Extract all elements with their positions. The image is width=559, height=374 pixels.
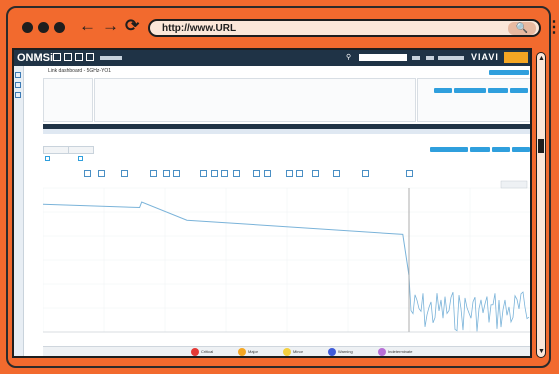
event-marker-icon[interactable]: [221, 170, 228, 177]
sidebar-button[interactable]: [15, 82, 21, 88]
user-menu[interactable]: [438, 56, 464, 60]
event-marker-icon[interactable]: [150, 170, 157, 177]
panel-button[interactable]: [434, 88, 452, 93]
event-marker-icon[interactable]: [163, 170, 170, 177]
info-panel-status: [417, 78, 530, 122]
header-menu[interactable]: [100, 56, 122, 60]
event-marker-icon[interactable]: [264, 170, 271, 177]
alarm-legend: Critical Major Minor Warning Indetermina…: [43, 346, 530, 356]
trace-action-button[interactable]: [512, 147, 530, 152]
event-marker-icon[interactable]: [211, 170, 218, 177]
window-dot[interactable]: [38, 22, 49, 33]
chart-grid: [43, 187, 530, 333]
sidebar-button[interactable]: [15, 92, 21, 98]
table-row[interactable]: [43, 129, 530, 134]
app-screen: ONMSi ⚲ VIAVI Link dashboard - 5GHz-YO1: [12, 48, 532, 358]
event-marker-icon[interactable]: [296, 170, 303, 177]
event-marker-icon[interactable]: [98, 170, 105, 177]
event-marker-icon[interactable]: [233, 170, 240, 177]
tab-events[interactable]: [68, 146, 94, 154]
otdr-noise-trace: [408, 275, 530, 332]
header-control[interactable]: [412, 56, 420, 60]
viavi-logo: VIAVI: [471, 52, 499, 62]
event-marker-icon[interactable]: [312, 170, 319, 177]
event-marker-icon[interactable]: [286, 170, 293, 177]
event-marker-icon[interactable]: [406, 170, 413, 177]
scroll-down-icon[interactable]: ▼: [538, 348, 545, 355]
scroll-thumb[interactable]: [538, 139, 544, 153]
search-icon[interactable]: 🔍: [508, 22, 536, 35]
legend-major-icon: [238, 348, 246, 356]
legend-indeterminate-label: Indeterminate: [388, 349, 413, 354]
event-marker-icon[interactable]: [121, 170, 128, 177]
reference-checkbox[interactable]: [45, 156, 50, 161]
url-text[interactable]: http://www.URL: [162, 22, 236, 35]
legend-critical-label: Critical: [201, 349, 214, 354]
event-marker-icon[interactable]: [84, 170, 91, 177]
search-icon[interactable]: ⚲: [346, 53, 351, 62]
toolbar-icon[interactable]: [64, 53, 72, 61]
header-search-input[interactable]: [359, 54, 407, 61]
app-sidebar: [14, 66, 24, 356]
info-panel-link: [94, 78, 416, 122]
toolbar-icon[interactable]: [75, 53, 83, 61]
event-marker-icon[interactable]: [253, 170, 260, 177]
trace-action-button[interactable]: [430, 147, 468, 152]
zoom-controls[interactable]: [500, 180, 528, 189]
legend-warning-label: Warning: [338, 349, 353, 354]
info-panel-left: [43, 78, 93, 122]
brand-badge: [504, 52, 528, 63]
panel-button[interactable]: [510, 88, 528, 93]
app-header: ONMSi ⚲ VIAVI: [14, 50, 530, 66]
menu-kebab-icon[interactable]: ⋮: [546, 18, 559, 38]
trace-action-button[interactable]: [470, 147, 490, 152]
legend-minor-label: Minor: [293, 349, 304, 354]
tab-otdr[interactable]: [43, 146, 69, 154]
event-marker-icon[interactable]: [333, 170, 340, 177]
legend-warning-icon: [328, 348, 336, 356]
legend-critical-icon: [191, 348, 199, 356]
page-scrollbar[interactable]: ▲ ▼: [536, 52, 546, 358]
browser-toolbar: ← → ⟳ http://www.URL 🔍 ⋮: [8, 8, 559, 46]
legend-indeterminate-icon: [378, 348, 386, 356]
trace-action-button[interactable]: [492, 147, 510, 152]
event-marker-icon[interactable]: [173, 170, 180, 177]
event-marker-icon[interactable]: [200, 170, 207, 177]
reload-icon[interactable]: ⟳: [125, 16, 139, 36]
panel-button[interactable]: [454, 88, 486, 93]
window-dot[interactable]: [22, 22, 33, 33]
address-bar[interactable]: http://www.URL 🔍: [148, 19, 541, 37]
toolbar-icon[interactable]: [86, 53, 94, 61]
forward-arrow-icon[interactable]: →: [102, 16, 119, 36]
header-action-button[interactable]: [489, 70, 529, 75]
back-arrow-icon[interactable]: ←: [79, 16, 96, 36]
scroll-up-icon[interactable]: ▲: [538, 55, 545, 62]
otdr-trace-chart: [43, 180, 530, 333]
page-title: Link dashboard - 5GHz-YO1: [48, 68, 112, 74]
sidebar-button[interactable]: [15, 72, 21, 78]
app-logo: ONMSi: [17, 52, 54, 64]
header-control[interactable]: [426, 56, 434, 60]
panel-button[interactable]: [488, 88, 508, 93]
event-marker-icon[interactable]: [362, 170, 369, 177]
legend-minor-icon: [283, 348, 291, 356]
legend-major-label: Major: [248, 349, 259, 354]
toolbar-icon[interactable]: [53, 53, 61, 61]
window-dot[interactable]: [54, 22, 65, 33]
overlay-checkbox[interactable]: [78, 156, 83, 161]
